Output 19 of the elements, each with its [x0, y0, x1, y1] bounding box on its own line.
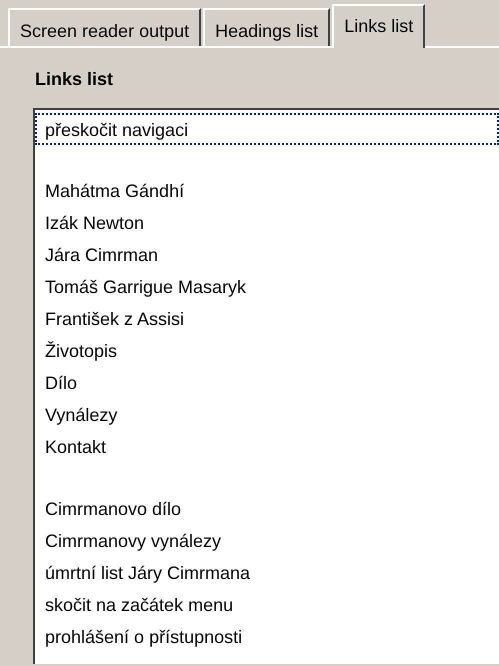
link-item[interactable]: Izák Newton	[35, 207, 499, 239]
link-item[interactable]: Jára Cimrman	[35, 239, 499, 271]
link-item[interactable]: Životopis	[35, 335, 499, 367]
link-item[interactable]: Dílo	[35, 367, 499, 399]
link-item[interactable]: přeskočit navigaci	[35, 113, 499, 145]
link-item[interactable]: úmrtní list Járy Cimrmana	[35, 557, 499, 589]
link-item[interactable]: Kontakt	[35, 431, 499, 463]
link-item[interactable]: Tomáš Garrigue Masaryk	[35, 271, 499, 303]
link-item[interactable]: Cimrmanovo dílo	[35, 493, 499, 525]
tab[interactable]: Links list	[332, 4, 426, 48]
link-item[interactable]: Vynálezy	[35, 399, 499, 431]
link-item[interactable]: Cimrmanovy vynálezy	[35, 525, 499, 557]
tab[interactable]: Screen reader output	[8, 8, 202, 46]
tab[interactable]: Headings list	[203, 8, 330, 46]
link-item[interactable]: František z Assisi	[35, 303, 499, 335]
link-item[interactable]: Mahátma Gándhí	[35, 175, 499, 207]
link-item[interactable]: prohlášení o přístupnosti	[35, 621, 499, 653]
link-item[interactable]: skočit na začátek menu	[35, 589, 499, 621]
panel-heading: Links list	[34, 68, 114, 91]
